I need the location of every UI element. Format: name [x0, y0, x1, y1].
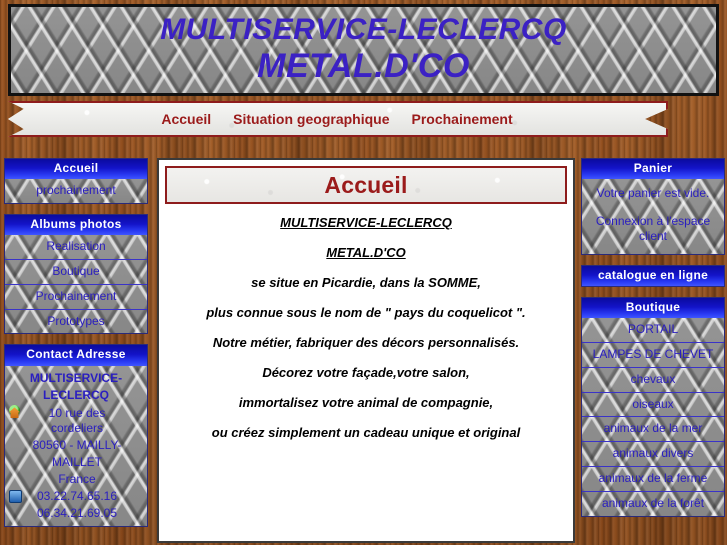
panel-panier: Panier Votre panier est vide. Connexion …	[581, 158, 725, 255]
nav-item-prochainement[interactable]: Prochainement	[412, 111, 513, 127]
panel-accueil: Accueil prochainement	[4, 158, 148, 204]
nav-item-accueil[interactable]: Accueil	[161, 111, 211, 127]
content-line-1: MULTISERVICE-LECLERCQ	[280, 215, 452, 230]
content-line-7: immortalisez votre animal de compagnie,	[238, 394, 494, 410]
contact-city-row1: 80560 - MAILLY-	[7, 437, 145, 454]
content-line-4: plus connue sous le nom de " pays du coq…	[206, 304, 526, 320]
content-line-8: ou créez simplement un cadeau unique et …	[211, 424, 521, 440]
content-line-5: Notre métier, fabriquer des décors perso…	[212, 334, 520, 350]
sidebar-item-prototypes[interactable]: Prototypes	[5, 310, 147, 334]
panel-boutique-body: PORTAIL LAMPES DE CHEVET chevaux oiseaux…	[582, 318, 724, 516]
contact-street: 10 rue des cordeliers	[48, 406, 106, 436]
panel-boutique: Boutique PORTAIL LAMPES DE CHEVET chevau…	[581, 296, 725, 517]
contact-city-line1: 80560 - MAILLY-	[32, 438, 122, 453]
contact-phone-1: 03.22.74.65.16	[36, 489, 118, 504]
contact-company-line1: MULTISERVICE-	[29, 370, 123, 385]
sidebar-item-realisation[interactable]: Realisation	[5, 235, 147, 260]
content-line-3: se situe en Picardie, dans la SOMME,	[251, 274, 481, 290]
panel-catalogue-en-ligne[interactable]: catalogue en ligne	[581, 264, 725, 287]
panel-accueil-heading: Accueil	[5, 159, 147, 180]
boutique-item-animaux-de-la-mer[interactable]: animaux de la mer	[582, 417, 724, 443]
panel-panier-body: Votre panier est vide. Connexion à l'esp…	[582, 179, 724, 254]
boutique-item-lampes-de-chevet[interactable]: LAMPES DE CHEVET	[582, 343, 724, 368]
panel-accueil-body: prochainement	[5, 179, 147, 203]
site-title-line1: MULTISERVICE-LECLERCQ	[160, 13, 567, 47]
boutique-item-animaux-de-la-foret[interactable]: animaux de la forêt	[582, 492, 724, 516]
boutique-item-animaux-de-la-ferme[interactable]: animaux de la ferme	[582, 467, 724, 492]
contact-phone-row1: 03.22.74.65.16	[7, 488, 145, 505]
panel-contact-heading: Contact Adresse	[5, 345, 147, 366]
page-root: MULTISERVICE-LECLERCQ METAL.D'CO Accueil…	[0, 0, 727, 545]
panel-albums-photos-body: Realisation Boutique Prochainement Proto…	[5, 235, 147, 334]
nav-item-situation-geographique[interactable]: Situation geographique	[233, 111, 389, 127]
panel-albums-photos-heading: Albums photos	[5, 214, 147, 236]
sidebar-item-boutique[interactable]: Boutique	[5, 260, 147, 285]
page-title-box: Accueil	[165, 166, 567, 204]
panel-albums-photos: Albums photos Realisation Boutique Proch…	[4, 213, 148, 335]
contact-city-row2: MAILLET	[7, 454, 145, 471]
site-header-banner: MULTISERVICE-LECLERCQ METAL.D'CO	[8, 4, 719, 96]
contact-city-line2: MAILLET	[51, 455, 102, 470]
panel-contact-body: MULTISERVICE- LECLERCQ 10 rue des cordel…	[5, 366, 147, 527]
sidebar-right: Panier Votre panier est vide. Connexion …	[581, 158, 725, 527]
contact-phone-row2: 06.34.21.69.05	[7, 505, 145, 522]
contact-phone-2: 06.34.21.69.05	[36, 506, 118, 521]
boutique-item-oiseaux[interactable]: oiseaux	[582, 393, 724, 418]
contact-country-row: France	[7, 471, 145, 488]
sidebar-item-prochainement-album[interactable]: Prochainement	[5, 285, 147, 310]
sidebar-item-prochainement[interactable]: prochainement	[5, 179, 147, 203]
panel-boutique-heading: Boutique	[582, 297, 724, 319]
catalogue-en-ligne-label[interactable]: catalogue en ligne	[582, 265, 724, 286]
contact-street-row: 10 rue des cordeliers	[7, 405, 145, 437]
contact-country: France	[58, 472, 96, 487]
panel-panier-heading: Panier	[582, 159, 724, 180]
contact-company-line2: LECLERCQ	[43, 387, 109, 402]
main-navigation: Accueil Situation geographique Prochaine…	[8, 101, 668, 137]
cart-login-link[interactable]: Connexion à l'espace client	[582, 209, 724, 254]
boutique-item-chevaux[interactable]: chevaux	[582, 368, 724, 393]
main-content-panel: Accueil MULTISERVICE-LECLERCQ METAL.D'CO…	[157, 158, 575, 543]
cart-empty-text: Votre panier est vide.	[596, 186, 710, 201]
panel-contact-adresse: Contact Adresse MULTISERVICE- LECLERCQ 1…	[4, 344, 148, 528]
content-line-6: Décorez votre façade,votre salon,	[262, 364, 470, 380]
boutique-item-portail[interactable]: PORTAIL	[582, 318, 724, 343]
home-icon	[9, 407, 20, 419]
page-title: Accueil	[324, 171, 408, 198]
site-title-group: MULTISERVICE-LECLERCQ METAL.D'CO	[11, 7, 716, 93]
content-body: MULTISERVICE-LECLERCQ METAL.D'CO se situ…	[159, 204, 573, 462]
sidebar-left: Accueil prochainement Albums photos Real…	[4, 158, 148, 537]
boutique-item-animaux-divers[interactable]: animaux divers	[582, 442, 724, 467]
phone-icon	[9, 490, 22, 504]
site-title-line2: METAL.D'CO	[257, 46, 470, 85]
content-line-2: METAL.D'CO	[326, 244, 406, 260]
